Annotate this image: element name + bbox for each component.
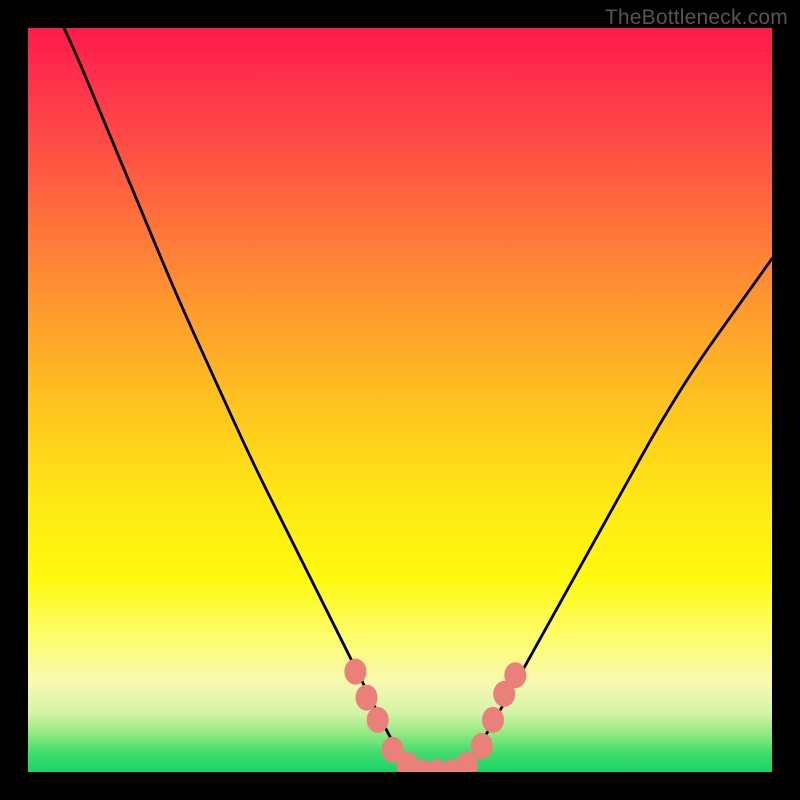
plot-area: [28, 28, 772, 772]
chart-frame: TheBottleneck.com: [0, 0, 800, 800]
bottleneck-curve: [28, 28, 772, 772]
attribution-label: TheBottleneck.com: [605, 6, 788, 30]
curve-marker: [482, 707, 504, 733]
curve-marker: [356, 685, 378, 711]
curve-markers: [344, 659, 526, 772]
curve-marker: [504, 662, 526, 688]
chart-svg: [28, 28, 772, 772]
curve-marker: [471, 733, 493, 759]
curve-marker: [367, 707, 389, 733]
curve-marker: [344, 659, 366, 685]
